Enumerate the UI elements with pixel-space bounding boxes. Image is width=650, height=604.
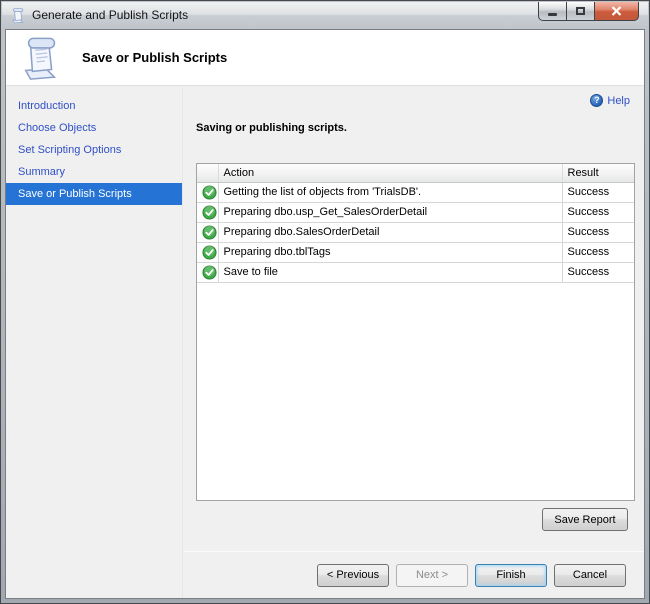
wizard-button-bar: < Previous Next > Finish Cancel [184, 551, 644, 598]
help-icon: ? [590, 94, 603, 107]
script-progress-grid: Action Result Getting the list of object… [196, 163, 635, 501]
row-status-icon-cell [197, 182, 218, 202]
wizard-nav: IntroductionChoose ObjectsSet Scripting … [6, 87, 183, 598]
success-check-icon [202, 205, 217, 220]
help-label: Help [607, 95, 630, 107]
result-cell: Success [562, 182, 634, 202]
minimize-icon [548, 13, 557, 16]
script-scroll-icon [10, 7, 27, 24]
result-cell: Success [562, 262, 634, 282]
table-row: Getting the list of objects from 'Trials… [197, 182, 634, 202]
table-row: Preparing dbo.tblTagsSuccess [197, 242, 634, 262]
finish-button[interactable]: Finish [475, 564, 547, 587]
row-status-icon-cell [197, 222, 218, 242]
action-cell: Getting the list of objects from 'Trials… [218, 182, 562, 202]
row-status-icon-cell [197, 262, 218, 282]
next-button: Next > [396, 564, 468, 587]
sidebar-item-choose-objects[interactable]: Choose Objects [6, 117, 182, 139]
sidebar-item-summary[interactable]: Summary [6, 161, 182, 183]
sidebar-item-introduction[interactable]: Introduction [6, 95, 182, 117]
close-button[interactable] [594, 2, 639, 21]
row-status-icon-cell [197, 202, 218, 222]
success-check-icon [202, 245, 217, 260]
help-link[interactable]: ? Help [590, 94, 630, 107]
close-icon [611, 6, 622, 16]
wizard-content: ? Help Saving or publishing scripts. Act… [184, 87, 644, 598]
sidebar-item-save-or-publish-scripts[interactable]: Save or Publish Scripts [6, 183, 182, 205]
window-title: Generate and Publish Scripts [32, 2, 188, 29]
page-title: Save or Publish Scripts [82, 30, 227, 86]
result-column-header[interactable]: Result [562, 164, 634, 182]
result-cell: Success [562, 222, 634, 242]
action-cell: Preparing dbo.SalesOrderDetail [218, 222, 562, 242]
row-status-icon-cell [197, 242, 218, 262]
minimize-button[interactable] [538, 2, 567, 21]
success-check-icon [202, 265, 217, 280]
table-row: Save to fileSuccess [197, 262, 634, 282]
action-cell: Save to file [218, 262, 562, 282]
dialog-body: Save or Publish Scripts IntroductionChoo… [5, 29, 645, 599]
sidebar-item-set-scripting-options[interactable]: Set Scripting Options [6, 139, 182, 161]
success-check-icon [202, 225, 217, 240]
maximize-button[interactable] [567, 2, 594, 21]
action-cell: Preparing dbo.usp_Get_SalesOrderDetail [218, 202, 562, 222]
wizard-header: Save or Publish Scripts [6, 30, 644, 86]
progress-table-body: Getting the list of objects from 'Trials… [197, 182, 634, 282]
window-controls [538, 2, 639, 21]
table-row: Preparing dbo.SalesOrderDetailSuccess [197, 222, 634, 242]
cancel-button[interactable]: Cancel [554, 564, 626, 587]
previous-button[interactable]: < Previous [317, 564, 389, 587]
icon-column-header [197, 164, 218, 182]
table-header-row: Action Result [197, 164, 634, 182]
generate-and-publish-scripts-dialog: Generate and Publish Scripts Save or Pub… [0, 0, 650, 604]
table-row: Preparing dbo.usp_Get_SalesOrderDetailSu… [197, 202, 634, 222]
action-column-header[interactable]: Action [218, 164, 562, 182]
result-cell: Success [562, 202, 634, 222]
script-scroll-icon [19, 35, 65, 81]
title-bar[interactable]: Generate and Publish Scripts [2, 2, 648, 29]
save-report-button[interactable]: Save Report [542, 508, 628, 531]
status-text: Saving or publishing scripts. [196, 122, 347, 134]
success-check-icon [202, 185, 217, 200]
action-cell: Preparing dbo.tblTags [218, 242, 562, 262]
maximize-icon [576, 7, 585, 15]
result-cell: Success [562, 242, 634, 262]
